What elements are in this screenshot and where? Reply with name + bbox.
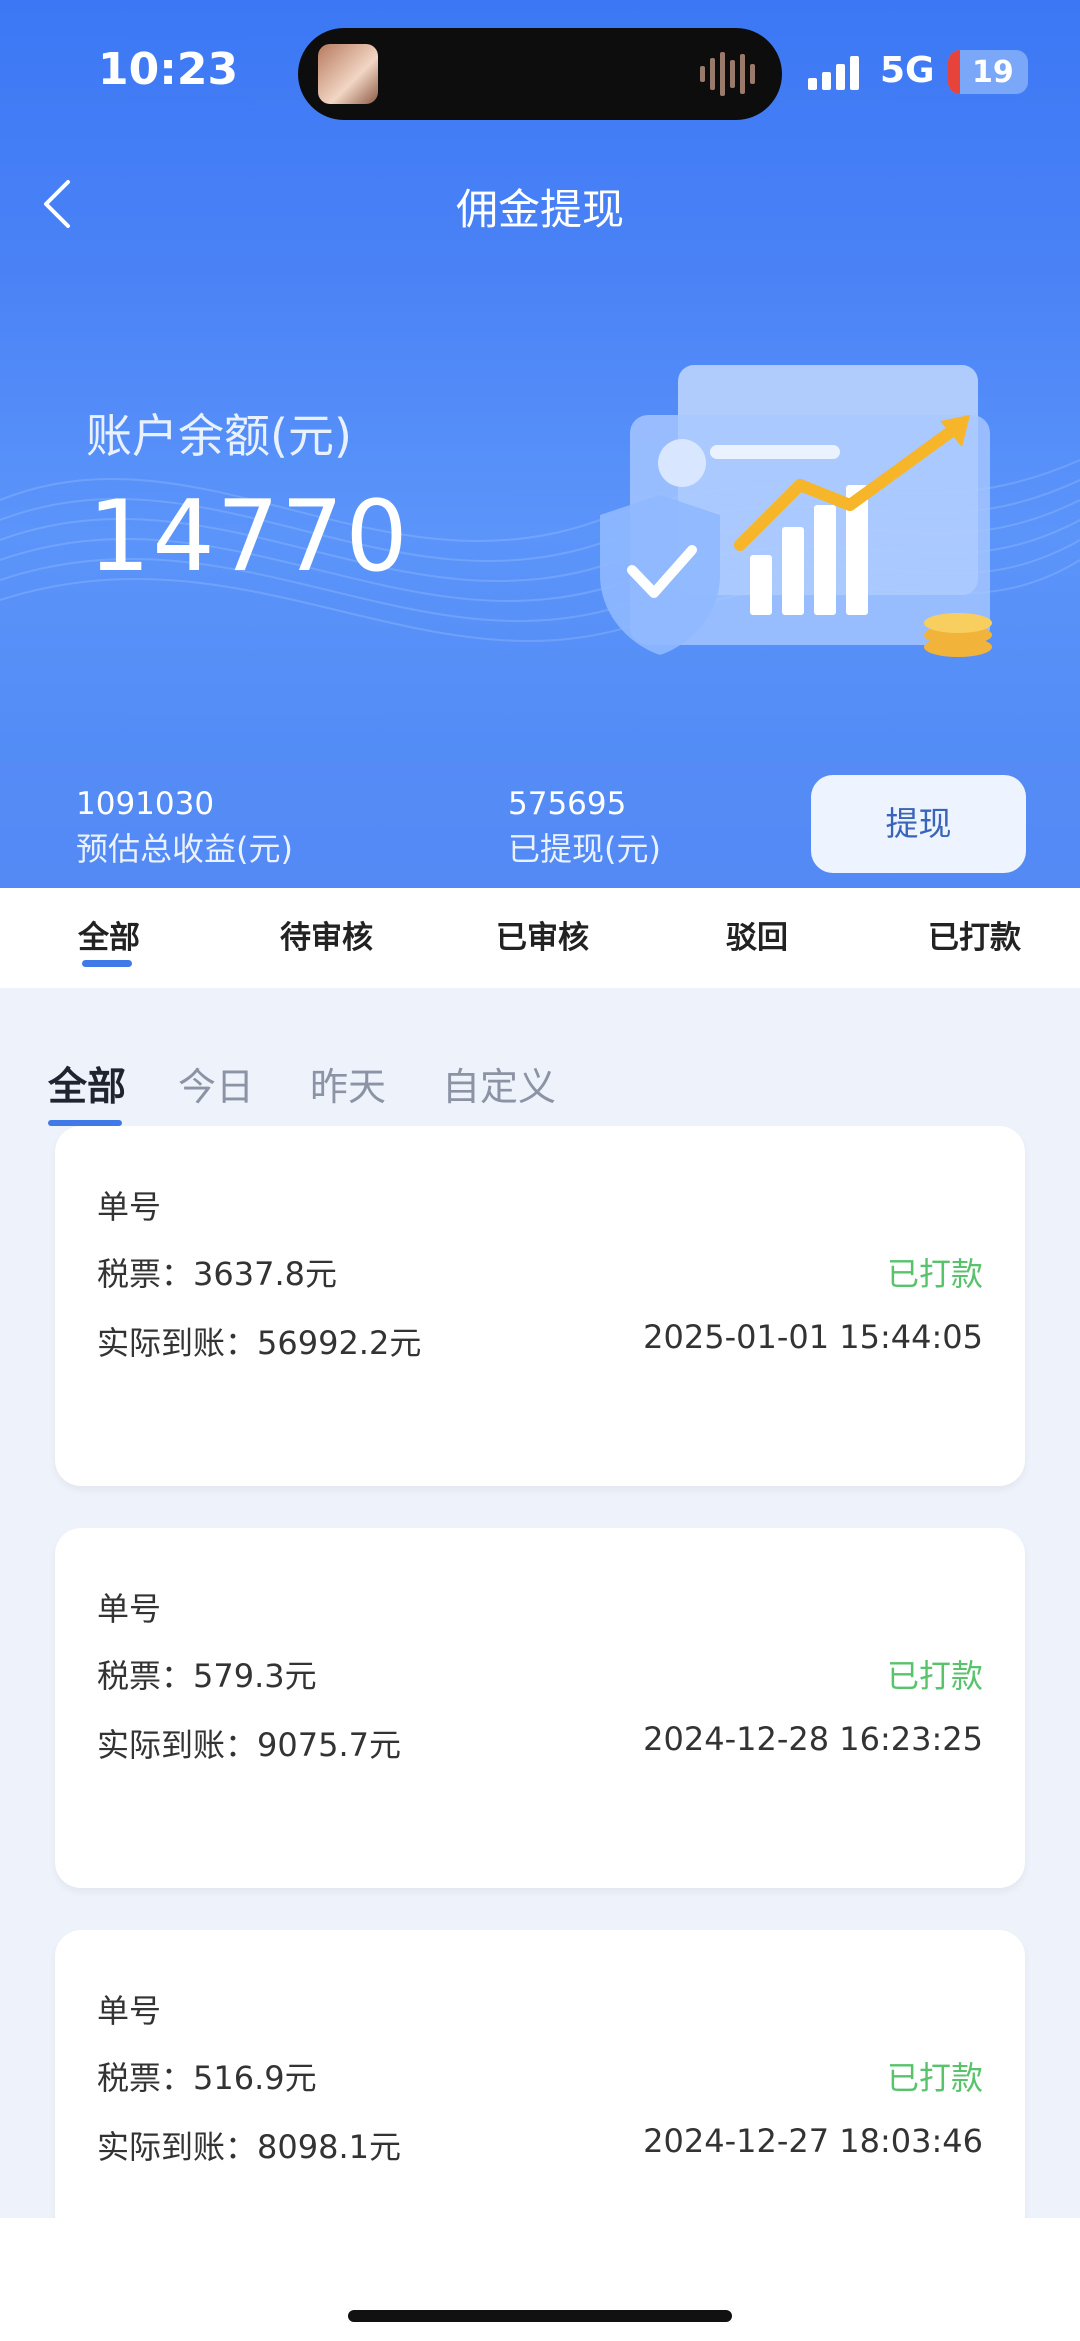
status-bar: 10:23 5G 19 (0, 0, 1080, 140)
battery-level: 19 (972, 55, 1014, 90)
withdrawn-label: 已提现(元) (508, 830, 661, 868)
actual-amount: 实际到账：56992.2元 (97, 1324, 422, 1362)
balance-value: 14770 (88, 480, 410, 594)
active-tab-indicator (82, 960, 132, 967)
record-time: 2024-12-27 18:03:46 (643, 2122, 983, 2160)
battery-icon: 19 (948, 50, 1028, 94)
status-tabs: 全部 待审核 已审核 驳回 已打款 (0, 888, 1080, 988)
record-time: 2024-12-28 16:23:25 (643, 1720, 983, 1758)
bottom-safe-area (0, 2218, 1080, 2341)
status-badge: 已打款 (886, 1255, 983, 1293)
order-label: 单号 (97, 1992, 162, 2030)
tab-all[interactable]: 全部 (78, 912, 140, 957)
tax-amount: 税票：516.9元 (97, 2059, 317, 2097)
status-badge: 已打款 (886, 1657, 983, 1695)
finance-illustration-icon (600, 365, 992, 657)
record-card[interactable]: 单号 税票：3637.8元 实际到账：56992.2元 已打款 2025-01-… (55, 1126, 1025, 1486)
actual-amount: 实际到账：9075.7元 (97, 1726, 401, 1764)
balance-label: 账户余额(元) (86, 409, 352, 463)
signal-icon (808, 56, 859, 90)
filter-all[interactable]: 全部 (48, 1056, 126, 1112)
audio-waveform-icon (700, 52, 755, 96)
filter-yesterday[interactable]: 昨天 (310, 1056, 386, 1111)
estimated-total-value: 1091030 (76, 786, 215, 822)
withdrawn-stat: 575695 已提现(元) (508, 786, 661, 870)
record-card[interactable]: 单号 税票：579.3元 实际到账：9075.7元 已打款 2024-12-28… (55, 1528, 1025, 1888)
hero-banner: 10:23 5G 19 佣金提现 账户余额(元) 14770 (0, 0, 1080, 888)
album-thumbnail (318, 44, 378, 104)
tab-pending[interactable]: 待审核 (280, 912, 373, 957)
status-time: 10:23 (98, 44, 239, 95)
withdraw-button[interactable]: 提现 (811, 775, 1026, 873)
tax-amount: 税票：3637.8元 (97, 1255, 337, 1293)
home-indicator[interactable] (348, 2310, 732, 2322)
network-type: 5G (880, 50, 935, 91)
status-badge: 已打款 (886, 2059, 983, 2097)
tab-rejected[interactable]: 驳回 (726, 912, 788, 957)
dynamic-island (298, 28, 782, 120)
withdrawn-value: 575695 (508, 786, 627, 822)
tax-amount: 税票：579.3元 (97, 1657, 317, 1695)
filter-custom[interactable]: 自定义 (442, 1056, 556, 1111)
page-title: 佣金提现 (455, 185, 624, 234)
estimated-total-stat: 1091030 预估总收益(元) (76, 786, 293, 870)
record-time: 2025-01-01 15:44:05 (643, 1318, 983, 1356)
order-label: 单号 (97, 1590, 162, 1628)
nav-bar: 佣金提现 (0, 150, 1080, 260)
filter-today[interactable]: 今日 (178, 1056, 254, 1111)
tab-approved[interactable]: 已审核 (496, 912, 589, 957)
actual-amount: 实际到账：8098.1元 (97, 2128, 401, 2166)
estimated-total-label: 预估总收益(元) (76, 830, 293, 868)
date-filters: 全部 今日 昨天 自定义 (0, 1040, 1080, 1140)
order-label: 单号 (97, 1188, 162, 1226)
tab-paid[interactable]: 已打款 (928, 912, 1021, 957)
